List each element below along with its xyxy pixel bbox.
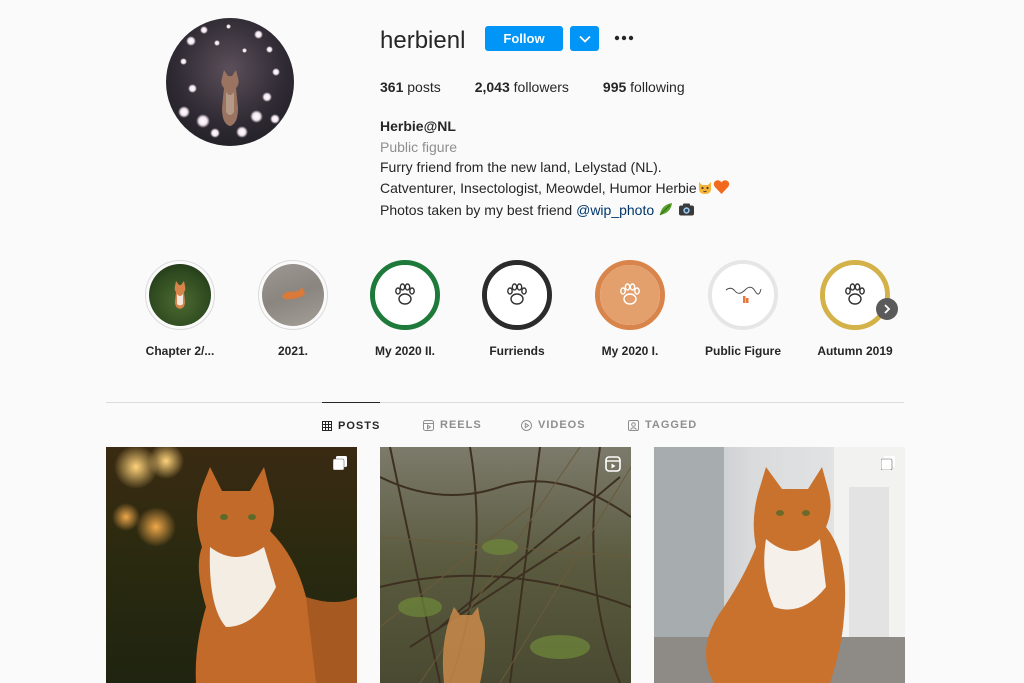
profile-display-name: Herbie@NL [380, 118, 456, 134]
reels-icon [423, 419, 434, 431]
camera-icon [678, 202, 695, 223]
highlight-ring [370, 260, 440, 330]
profile-username: herbienl [380, 27, 466, 54]
highlight-2021[interactable]: 2021. [237, 260, 349, 358]
post-image [380, 447, 631, 683]
bio-line-1: Furry friend from the new land, Lelystad… [380, 159, 662, 176]
highlight-my-2020-i[interactable]: My 2020 I. [574, 260, 686, 358]
profile-stats: 361 posts 2,043 followers 995 following [380, 79, 719, 95]
suggested-dropdown-button[interactable] [570, 26, 599, 51]
paw-icon [395, 283, 415, 305]
post-image [112, 447, 357, 683]
tag-icon [628, 419, 639, 431]
profile-category: Public figure [380, 138, 458, 155]
highlights-next-button[interactable] [876, 298, 898, 320]
chevron-down-icon [578, 35, 591, 43]
bio-line-2: Catventurer, Insectologist, Meowdel, Hum… [380, 178, 730, 201]
highlight-ring [258, 260, 328, 330]
post-image [654, 447, 905, 683]
highlight-public-figure[interactable]: Public Figure [687, 260, 799, 358]
tab-posts[interactable]: POSTS [322, 402, 381, 448]
highlight-cover-image [825, 265, 885, 325]
following-link[interactable]: 995 following [603, 79, 685, 95]
highlight-label: Public Figure [704, 344, 781, 358]
carousel-icon [881, 456, 895, 470]
bio-line-3: Photos taken by my best friend @wip_phot… [380, 200, 730, 223]
tab-videos[interactable]: VIDEOS [521, 402, 586, 448]
highlight-ring [482, 260, 552, 330]
highlight-ring [145, 260, 215, 330]
carousel-icon [333, 456, 347, 470]
play-icon [521, 419, 532, 431]
leaf-icon [658, 201, 674, 223]
highlight-label: My 2020 I. [601, 344, 659, 358]
follow-button[interactable]: Follow [485, 26, 563, 51]
chevron-right-icon [884, 304, 891, 314]
profile-avatar[interactable] [166, 18, 294, 146]
highlight-cover-image [600, 265, 660, 325]
tab-reels[interactable]: REELS [423, 402, 482, 448]
paw-icon [507, 283, 527, 305]
post-thumbnail[interactable] [106, 447, 357, 683]
highlight-ring [595, 260, 665, 330]
highlight-label: Autumn 2019 [817, 344, 893, 358]
more-dots-icon [614, 35, 634, 41]
post-thumbnail[interactable] [654, 447, 905, 683]
profile-tabs: POSTS REELS VIDEOS TAGGED [106, 402, 904, 448]
paw-icon [620, 283, 640, 305]
highlight-cover-image [487, 265, 547, 325]
paw-icon [845, 283, 865, 305]
highlight-cover-image [375, 265, 435, 325]
highlight-cover-image [262, 264, 324, 326]
highlight-cover-image [149, 264, 211, 326]
reel-icon [605, 456, 621, 472]
highlight-ring [820, 260, 890, 330]
highlight-furriends[interactable]: Furriends [461, 260, 573, 358]
highlight-ring [708, 260, 778, 330]
cat-face-icon [697, 179, 713, 201]
highlight-my-2020-ii[interactable]: My 2020 II. [349, 260, 461, 358]
grid-icon [322, 420, 332, 431]
tab-tagged[interactable]: TAGGED [628, 402, 697, 448]
more-options-button[interactable] [612, 28, 636, 48]
highlight-label: My 2020 II. [374, 344, 436, 358]
highlight-chapter-2[interactable]: Chapter 2/... [124, 260, 236, 358]
wip-photo-mention-link[interactable]: @wip_photo [576, 202, 654, 218]
highlight-label: Furriends [489, 344, 545, 358]
posts-count: 361 posts [380, 79, 441, 95]
orange-heart-icon [713, 179, 730, 201]
followers-link[interactable]: 2,043 followers [475, 79, 569, 95]
highlight-label: Chapter 2/... [145, 344, 215, 358]
profile-bio: Herbie@NL Public figure Furry friend fro… [380, 116, 730, 223]
highlight-cover-image [712, 264, 774, 326]
post-thumbnail[interactable] [380, 447, 631, 683]
highlight-label: 2021. [277, 344, 309, 358]
